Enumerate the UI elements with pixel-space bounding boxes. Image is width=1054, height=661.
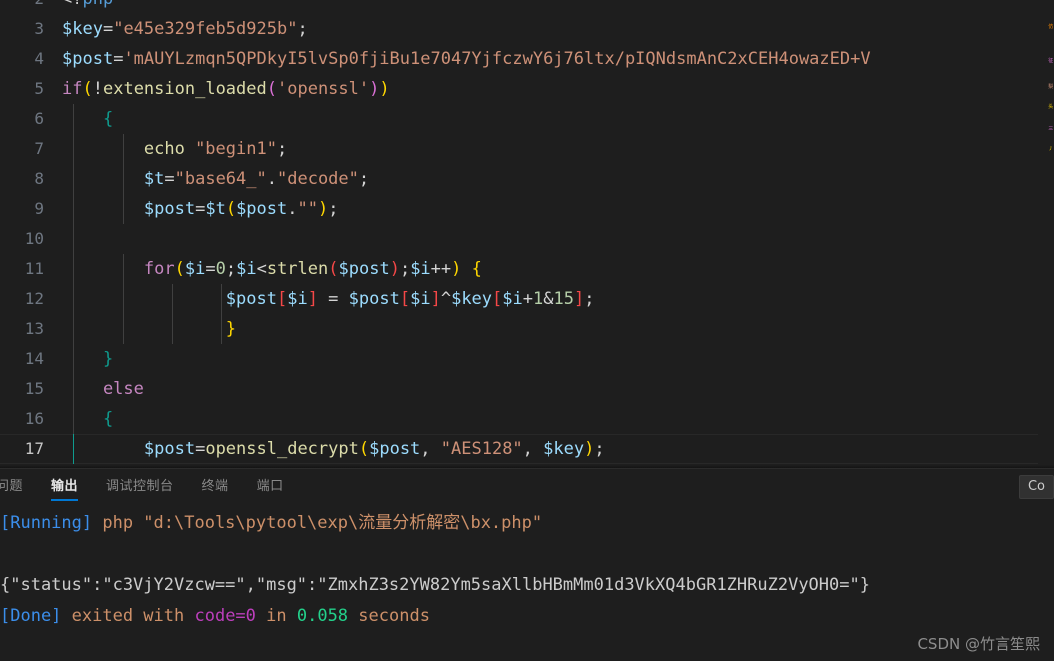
line-content: echo "begin1"; xyxy=(62,139,288,159)
code-line[interactable]: 6 { xyxy=(0,104,1054,134)
line-content: } xyxy=(225,319,237,339)
minimap-line: 三 xyxy=(1048,126,1053,132)
code-line[interactable]: 2 <?php xyxy=(0,0,1054,14)
line-content: } xyxy=(62,349,114,369)
indent-guide xyxy=(73,224,74,254)
code-lines[interactable]: 2 <?php 3 $key="e45e329feb5d925b"; 4 $po… xyxy=(0,0,1054,464)
code-line[interactable]: 4 $post='mAUYLzmqn5QPDkyI5lvSp0fjiBu1e70… xyxy=(0,44,1054,74)
minimap-line: 头 xyxy=(1048,104,1053,110)
line-number: 12 xyxy=(24,289,44,308)
code-line[interactable]: 15 else xyxy=(0,374,1054,404)
output-line-done: [Done] exited with code=0 in 0.058 secon… xyxy=(0,601,1054,632)
tab-problems[interactable]: 问题 xyxy=(0,469,37,504)
line-content: else xyxy=(62,379,144,399)
line-content: for($i=0;$i<strlen($post);$i++) { xyxy=(143,259,482,279)
code-editor[interactable]: 2 <?php 3 $key="e45e329feb5d925b"; 4 $po… xyxy=(0,0,1054,468)
code-line[interactable]: 13 } xyxy=(0,314,1054,344)
line-content: $post=$t($post.""); xyxy=(143,199,339,219)
running-command: php "d:\Tools\pytool\exp\流量分析解密\bx.php" xyxy=(92,513,543,533)
code-line[interactable]: 10 xyxy=(0,224,1054,254)
line-number: 4 xyxy=(34,49,44,68)
line-number: 6 xyxy=(34,109,44,128)
line-content: if(!extension_loaded('openssl')) xyxy=(62,79,390,99)
panel-header: 问题 输出 调试控制台 终端 端口 Co xyxy=(0,469,1054,504)
panel-tabs: 问题 输出 调试控制台 终端 端口 xyxy=(0,469,298,504)
elapsed-seconds: 0.058 xyxy=(296,606,349,626)
tab-ports[interactable]: 端口 xyxy=(243,469,298,504)
done-tag: [Done] xyxy=(0,606,62,626)
line-number: 15 xyxy=(24,379,44,398)
code-line[interactable]: 16 { xyxy=(0,404,1054,434)
line-number: 17 xyxy=(24,439,44,458)
minimap-line: 征 xyxy=(1048,58,1053,64)
line-content: $post=openssl_decrypt($post, "AES128", $… xyxy=(143,439,605,459)
minimap-line: 梨 xyxy=(1048,84,1053,90)
tab-debug-console[interactable]: 调试控制台 xyxy=(92,469,188,504)
code-line[interactable]: 3 $key="e45e329feb5d925b"; xyxy=(0,14,1054,44)
output-line-blank xyxy=(0,539,1054,570)
vscode-window: 2 <?php 3 $key="e45e329feb5d925b"; 4 $po… xyxy=(0,0,1054,661)
minimap[interactable]: 仿 征 梨 头 三 丿 xyxy=(1038,0,1054,468)
done-text-3: seconds xyxy=(348,606,430,626)
output-console[interactable]: [Running] php "d:\Tools\pytool\exp\流量分析解… xyxy=(0,504,1054,661)
line-content: <?php xyxy=(62,0,113,14)
line-number: 3 xyxy=(34,19,44,38)
output-line-running: [Running] php "d:\Tools\pytool\exp\流量分析解… xyxy=(0,508,1054,539)
running-tag: [Running] xyxy=(0,513,93,533)
line-number: 14 xyxy=(24,349,44,368)
output-channel-select[interactable]: Co xyxy=(1018,474,1054,499)
code-line[interactable]: 5 if(!extension_loaded('openssl')) xyxy=(0,74,1054,104)
panel-header-actions: Co xyxy=(1018,469,1054,504)
line-content: $key="e45e329feb5d925b"; xyxy=(62,19,308,39)
output-line-json: {"status":"c3VjY2Vzcw==","msg":"ZmxhZ3s2… xyxy=(0,575,870,595)
code-line[interactable]: 9 $post=$t($post.""); xyxy=(0,194,1054,224)
code-line-active[interactable]: 17 $post=openssl_decrypt($post, "AES128"… xyxy=(0,434,1054,464)
line-number: 2 xyxy=(0,0,44,14)
line-content: $post[$i] = $post[$i]^$key[$i+1&15]; xyxy=(225,289,595,309)
done-text-1: exited with xyxy=(61,606,195,626)
line-number: 10 xyxy=(24,229,44,248)
done-text-2: in xyxy=(255,606,297,626)
code-line[interactable]: 14 } xyxy=(0,344,1054,374)
line-number: 13 xyxy=(24,319,44,338)
code-line[interactable]: 7 echo "begin1"; xyxy=(0,134,1054,164)
minimap-line: 仿 xyxy=(1048,24,1053,30)
exit-code: code=0 xyxy=(194,606,256,626)
minimap-line: 丿 xyxy=(1048,146,1053,152)
tab-output[interactable]: 输出 xyxy=(37,469,92,504)
bottom-panel: 问题 输出 调试控制台 终端 端口 Co [Running] php "d:\T… xyxy=(0,468,1054,661)
line-number: 9 xyxy=(34,199,44,218)
line-number: 5 xyxy=(34,79,44,98)
line-number: 7 xyxy=(34,139,44,158)
code-line[interactable]: 11 for($i=0;$i<strlen($post);$i++) { xyxy=(0,254,1054,284)
line-content: { xyxy=(62,109,114,129)
line-number: 8 xyxy=(34,169,44,188)
line-content: { xyxy=(62,409,114,429)
line-number: 16 xyxy=(24,409,44,428)
line-content: $t="base64_"."decode"; xyxy=(143,169,370,189)
code-line[interactable]: 12 $post[$i] = $post[$i]^$key[$i+1&15]; xyxy=(0,284,1054,314)
code-line[interactable]: 8 $t="base64_"."decode"; xyxy=(0,164,1054,194)
line-content: $post='mAUYLzmqn5QPDkyI5lvSp0fjiBu1e7047… xyxy=(62,49,871,69)
line-number: 11 xyxy=(24,259,44,278)
tab-terminal[interactable]: 终端 xyxy=(188,469,243,504)
